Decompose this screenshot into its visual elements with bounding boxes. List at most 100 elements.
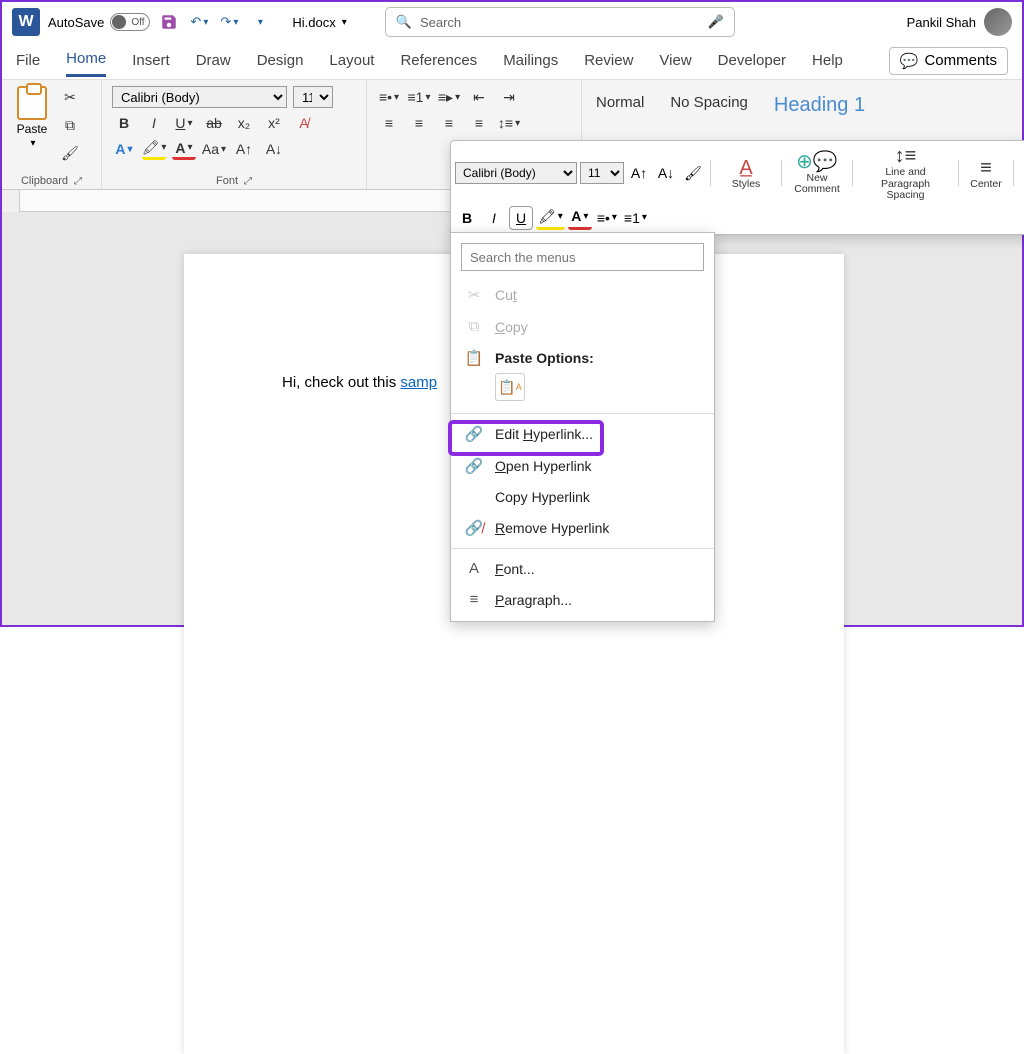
copy-icon[interactable]: ⧉ xyxy=(58,114,82,136)
multilevel-button[interactable]: ≡▸▾ xyxy=(437,86,461,108)
document-name[interactable]: Hi.docx▾ xyxy=(292,15,346,30)
mt-underline[interactable]: U xyxy=(509,206,533,230)
qat-customize-icon[interactable]: ▾ xyxy=(248,11,270,33)
search-input[interactable]: 🔍 Search 🎤 xyxy=(385,7,735,37)
scissors-icon: ✂ xyxy=(465,286,483,304)
increase-indent-button[interactable]: ⇥ xyxy=(497,86,521,108)
ctx-copy: ⧉ Copy xyxy=(451,311,714,342)
clipboard-icon xyxy=(17,86,47,120)
document-text: Hi, check out this xyxy=(282,374,400,391)
shrink-font-button[interactable]: A↓ xyxy=(262,138,286,160)
mt-font-name[interactable]: Calibri (Body) xyxy=(455,162,577,184)
ctx-cut: ✂ Cut xyxy=(451,279,714,311)
mt-new-comment[interactable]: ⊕💬New Comment xyxy=(787,151,847,196)
context-menu: ✂ Cut ⧉ Copy 📋 Paste Options: 📋A 🔗 Edit … xyxy=(450,232,715,622)
tab-help[interactable]: Help xyxy=(812,46,843,75)
ctx-font[interactable]: A Font... xyxy=(451,553,714,584)
mt-highlight[interactable]: 🖍▾ xyxy=(536,206,565,230)
autosave-label: AutoSave xyxy=(48,15,104,30)
mt-numbering[interactable]: ≡1▾ xyxy=(622,206,649,230)
mt-styles[interactable]: A̲Styles xyxy=(716,157,776,191)
tab-home[interactable]: Home xyxy=(66,44,106,77)
undo-icon[interactable]: ↶▾ xyxy=(188,11,210,33)
hyperlink[interactable]: samp xyxy=(400,374,437,391)
redo-icon[interactable]: ↷▾ xyxy=(218,11,240,33)
tab-file[interactable]: File xyxy=(16,46,40,75)
text-effects-button[interactable]: A▾ xyxy=(112,138,136,160)
font-size-select[interactable]: 11 xyxy=(293,86,333,108)
italic-button[interactable]: I xyxy=(142,112,166,134)
tab-developer[interactable]: Developer xyxy=(718,46,786,75)
ctx-copy-hyperlink[interactable]: Copy Hyperlink xyxy=(451,482,714,512)
line-spacing-icon: ↕≡ xyxy=(895,145,917,167)
change-case-button[interactable]: Aa▾ xyxy=(202,138,226,160)
highlight-button[interactable]: 🖍▾ xyxy=(142,138,166,160)
clipboard-icon: 📋 xyxy=(465,349,483,367)
comments-button[interactable]: 💬 Comments xyxy=(889,47,1008,75)
user-account[interactable]: Pankil Shah xyxy=(907,8,1012,36)
mt-font-color[interactable]: A▾ xyxy=(568,206,592,230)
search-icon: 🔍 xyxy=(396,14,412,30)
mt-font-size[interactable]: 11 xyxy=(580,162,624,184)
ctx-paragraph[interactable]: ≡ Paragraph... xyxy=(451,584,714,615)
tab-view[interactable]: View xyxy=(659,46,691,75)
tab-draw[interactable]: Draw xyxy=(196,46,231,75)
numbering-button[interactable]: ≡1▾ xyxy=(407,86,431,108)
ctx-remove-hyperlink[interactable]: 🔗̸ Remove Hyperlink xyxy=(451,512,714,544)
chevron-down-icon: ▾ xyxy=(342,17,347,28)
font-icon: A xyxy=(465,560,483,577)
mt-shrink-font[interactable]: A↓ xyxy=(654,161,678,185)
mt-line-spacing[interactable]: ↕≡Line and Paragraph Spacing xyxy=(858,145,953,202)
clipboard-group: Paste ▾ ✂ ⧉ 🖌 Clipboard ⤢ xyxy=(2,80,102,189)
ribbon-tabs: File Home Insert Draw Design Layout Refe… xyxy=(2,42,1022,80)
bold-button[interactable]: B xyxy=(112,112,136,134)
ctx-search[interactable] xyxy=(461,243,704,271)
font-color-button[interactable]: A▾ xyxy=(172,138,196,160)
title-bar: W AutoSave Off ↶▾ ↷▾ ▾ Hi.docx▾ 🔍 Search… xyxy=(2,2,1022,42)
align-center-button[interactable]: ≡ xyxy=(407,112,431,134)
mt-grow-font[interactable]: A↑ xyxy=(627,161,651,185)
tab-insert[interactable]: Insert xyxy=(132,46,170,75)
ctx-paste-header: 📋 Paste Options: xyxy=(451,342,714,369)
bullets-button[interactable]: ≡•▾ xyxy=(377,86,401,108)
mt-italic[interactable]: I xyxy=(482,206,506,230)
toggle-switch[interactable]: Off xyxy=(110,13,150,31)
paragraph-icon: ≡ xyxy=(465,591,483,608)
superscript-button[interactable]: x² xyxy=(262,112,286,134)
paste-button[interactable]: Paste ▾ xyxy=(12,86,52,164)
tab-mailings[interactable]: Mailings xyxy=(503,46,558,75)
mt-bold[interactable]: B xyxy=(455,206,479,230)
font-name-select[interactable]: Calibri (Body) xyxy=(112,86,287,108)
avatar xyxy=(984,8,1012,36)
decrease-indent-button[interactable]: ⇤ xyxy=(467,86,491,108)
ctx-search-input[interactable] xyxy=(461,243,704,271)
strikethrough-button[interactable]: ab xyxy=(202,112,226,134)
underline-button[interactable]: U▾ xyxy=(172,112,196,134)
save-icon[interactable] xyxy=(158,11,180,33)
microphone-icon[interactable]: 🎤 xyxy=(708,14,724,30)
mt-format-painter-icon[interactable]: 🖌 xyxy=(681,161,705,185)
grow-font-button[interactable]: A↑ xyxy=(232,138,256,160)
autosave-toggle[interactable]: AutoSave Off xyxy=(48,13,150,31)
ctx-open-hyperlink[interactable]: 🔗 Open Hyperlink xyxy=(451,450,714,482)
tab-design[interactable]: Design xyxy=(257,46,304,75)
mt-bullets[interactable]: ≡•▾ xyxy=(595,206,619,230)
subscript-button[interactable]: x₂ xyxy=(232,112,256,134)
format-painter-icon[interactable]: 🖌 xyxy=(58,142,82,164)
mt-clear-formatting[interactable]: A̸Clear Forma xyxy=(1019,151,1024,196)
mt-center[interactable]: ≡Center xyxy=(964,157,1008,191)
paste-keep-text-icon[interactable]: 📋A xyxy=(495,373,525,401)
line-spacing-button[interactable]: ↕≡▾ xyxy=(497,112,521,134)
tab-references[interactable]: References xyxy=(400,46,477,75)
align-right-button[interactable]: ≡ xyxy=(437,112,461,134)
align-left-button[interactable]: ≡ xyxy=(377,112,401,134)
remove-link-icon: 🔗̸ xyxy=(465,519,483,537)
justify-button[interactable]: ≡ xyxy=(467,112,491,134)
cut-icon[interactable]: ✂ xyxy=(58,86,82,108)
ctx-edit-hyperlink[interactable]: 🔗 Edit Hyperlink... xyxy=(451,418,714,450)
ctx-paste-options: 📋A xyxy=(451,369,714,409)
open-link-icon: 🔗 xyxy=(465,457,483,475)
tab-review[interactable]: Review xyxy=(584,46,633,75)
tab-layout[interactable]: Layout xyxy=(329,46,374,75)
clear-format-button[interactable]: A̸ xyxy=(292,112,316,134)
